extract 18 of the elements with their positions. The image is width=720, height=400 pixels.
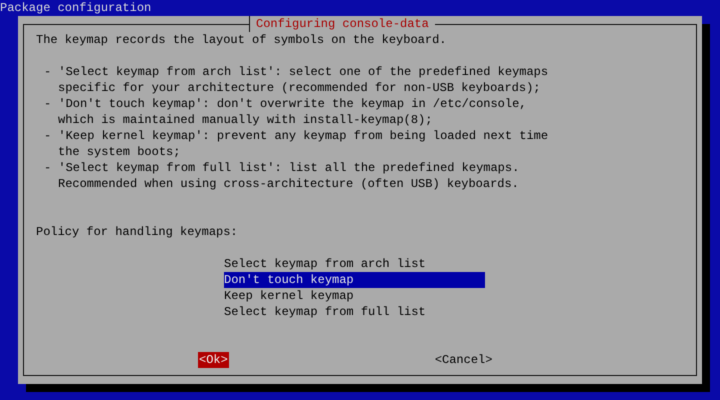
menu-option[interactable]: Keep kernel keymap <box>224 288 485 304</box>
screen-title: Package configuration <box>0 0 152 16</box>
menu-option[interactable]: Don't touch keymap <box>224 272 485 288</box>
cancel-button[interactable]: <Cancel> <box>434 352 494 368</box>
description-line: specific for your architecture (recommended for non-USB keyboards); <box>57 80 542 96</box>
menu-option[interactable]: Select keymap from full list <box>224 304 485 320</box>
description-line: which is maintained manually with install-keymap(8); <box>57 112 434 128</box>
description-line: - 'Keep kernel keymap': prevent any keymap from being loaded next time <box>43 128 550 144</box>
menu-option[interactable]: Select keymap from arch list <box>224 256 485 272</box>
description-line: Recommended when using cross-architecture (often USB) keyboards. <box>57 176 520 192</box>
description-line: - 'Select keymap from arch list': select one of the predefined keymaps <box>43 64 550 80</box>
prompt-text: Policy for handling keymaps: <box>36 224 239 240</box>
dialog-title: Configuring console-data <box>249 16 435 32</box>
description-line: - 'Select keymap from full list': list all the predefined keymaps. <box>43 160 520 176</box>
description-line: the system boots; <box>57 144 182 160</box>
intro-text: The keymap records the layout of symbols on the keyboard. <box>36 32 448 48</box>
description-line: - 'Don't touch keymap': don't overwrite the keymap in /etc/console, <box>43 96 528 112</box>
ok-button[interactable]: <Ok> <box>198 352 229 368</box>
